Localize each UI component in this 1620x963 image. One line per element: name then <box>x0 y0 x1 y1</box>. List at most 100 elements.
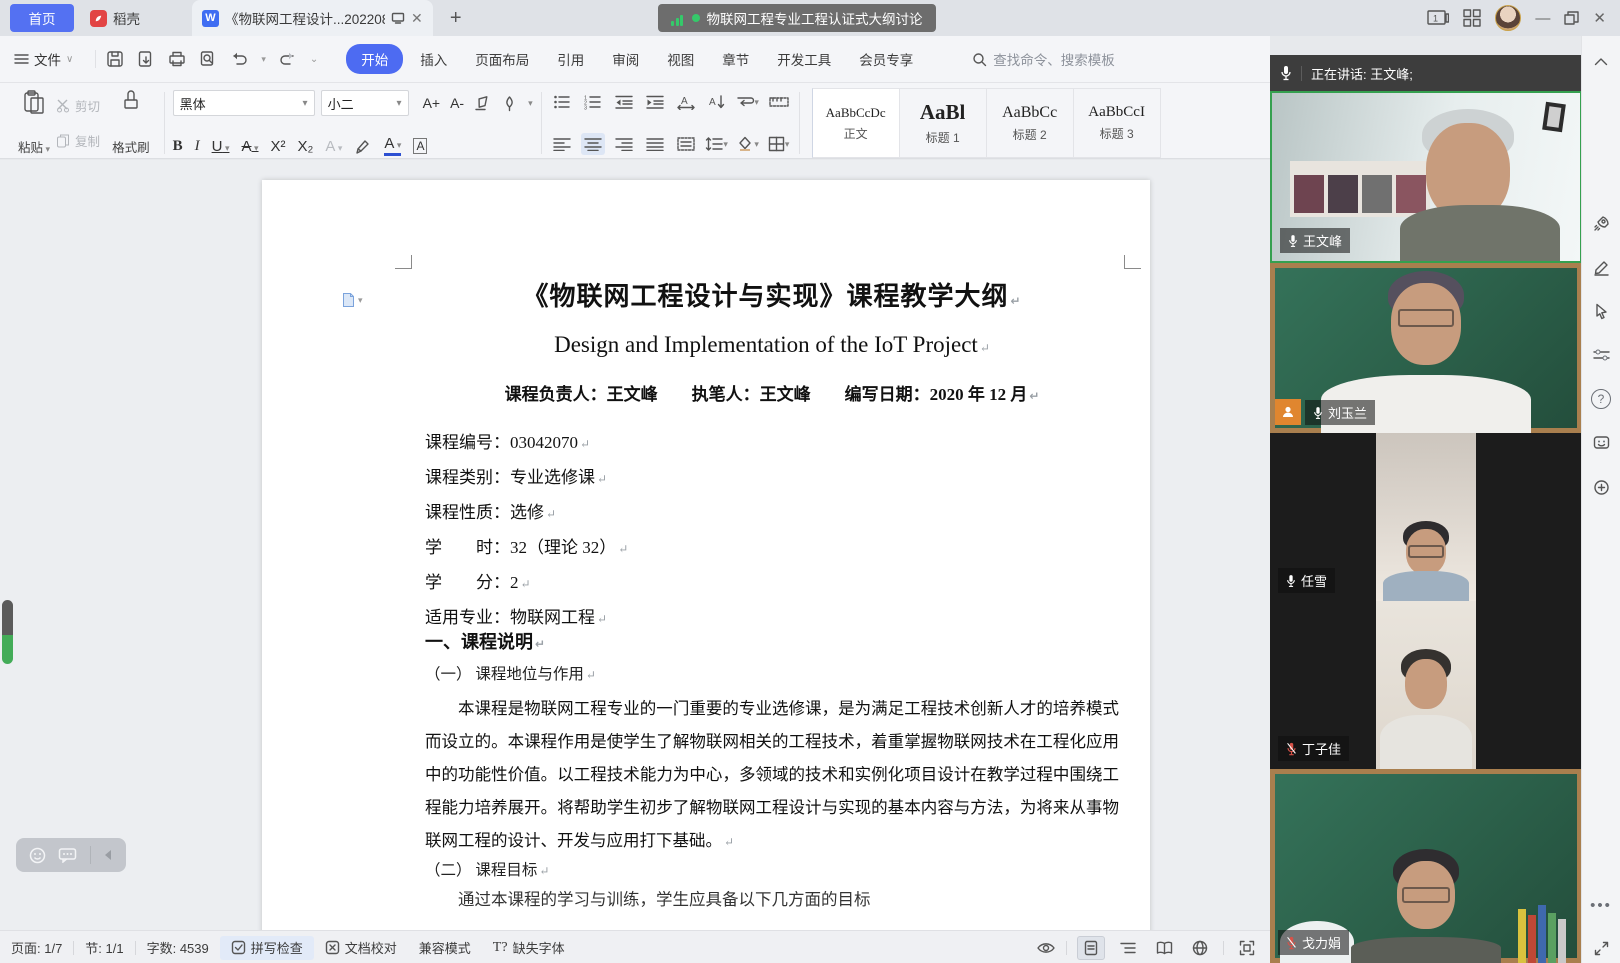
bold-button[interactable]: B <box>173 138 183 155</box>
status-page[interactable]: 页面: 1/7 <box>0 936 73 960</box>
format-painter-button[interactable]: 格式刷 <box>106 88 156 158</box>
command-search[interactable]: 查找命令、搜索模板 <box>972 49 1115 69</box>
increase-font-button[interactable]: A+ <box>423 95 441 111</box>
export-icon[interactable] <box>137 50 155 68</box>
style-heading2[interactable]: AaBbCc 标题 2 <box>987 88 1074 158</box>
video-tile[interactable]: 任雪 <box>1270 433 1582 601</box>
decrease-indent-button[interactable] <box>612 91 636 113</box>
tab-member[interactable]: 会员专享 <box>848 44 924 74</box>
tab-home[interactable]: 开始 <box>346 44 403 74</box>
save-icon[interactable] <box>106 50 124 68</box>
cursor-select-icon[interactable] <box>1582 294 1620 328</box>
font-color-button[interactable]: A ▾ <box>384 136 401 156</box>
subscript-button[interactable]: X₂ <box>298 138 314 155</box>
stamp-icon[interactable] <box>1582 470 1620 504</box>
collapse-panel-button[interactable] <box>1582 44 1620 78</box>
web-view-button[interactable] <box>1187 937 1213 959</box>
outline-view-button[interactable] <box>1115 937 1141 959</box>
wrap-button[interactable]: ▾ <box>736 91 760 113</box>
page-view-button[interactable] <box>1077 936 1105 960</box>
file-menu[interactable]: 文件 ∨ <box>14 49 73 69</box>
video-tile[interactable]: 刘玉兰 <box>1270 263 1582 433</box>
font-family-select[interactable]: 黑体▾ <box>173 90 315 116</box>
restore-button[interactable] <box>1564 11 1579 25</box>
video-tile[interactable]: 戈力娟 <box>1270 769 1582 963</box>
collapse-left-icon[interactable] <box>103 849 113 861</box>
meeting-reaction-bar[interactable] <box>16 838 126 872</box>
single-page-layout-icon[interactable]: 1 <box>1427 10 1449 26</box>
status-word-count[interactable]: 字数: 4539 <box>136 936 220 960</box>
decrease-font-button[interactable]: A- <box>450 95 464 111</box>
paragraph-options-icon[interactable]: ▾ <box>342 292 363 308</box>
text-effects-icon[interactable] <box>501 95 518 112</box>
minimize-button[interactable]: — <box>1535 10 1550 27</box>
new-tab-button[interactable]: + <box>443 7 469 30</box>
text-effects-gallery-button[interactable]: A ▾ <box>325 138 342 155</box>
docer-tab[interactable]: 稻壳 <box>80 0 150 36</box>
print-icon[interactable] <box>168 50 186 68</box>
book-view-button[interactable] <box>1151 937 1177 959</box>
close-window-button[interactable]: ✕ <box>1593 9 1606 27</box>
style-heading3[interactable]: AaBbCcI 标题 3 <box>1074 88 1161 158</box>
spellcheck-toggle[interactable]: 拼写检查 <box>220 936 314 960</box>
clear-format-icon[interactable] <box>474 95 491 112</box>
numbered-list-button[interactable]: 123 <box>581 91 605 113</box>
style-normal[interactable]: AaBbCcDc 正文 <box>812 88 900 158</box>
help-icon[interactable]: ? <box>1582 382 1620 416</box>
distribute-button[interactable] <box>674 133 698 155</box>
superscript-button[interactable]: X² <box>271 138 286 155</box>
tab-insert[interactable]: 插入 <box>409 44 458 74</box>
more-options-icon[interactable]: ••• <box>1582 888 1620 922</box>
tab-references[interactable]: 引用 <box>546 44 595 74</box>
toolbar-options-icon[interactable]: ⌄ <box>310 54 318 65</box>
align-center-button[interactable] <box>581 133 605 155</box>
increase-indent-button[interactable] <box>643 91 667 113</box>
borders-button[interactable]: ▾ <box>767 133 791 155</box>
video-tile[interactable]: 丁子佳 <box>1270 601 1582 769</box>
launch-rocket-icon[interactable] <box>1582 206 1620 240</box>
copy-button[interactable]: 复制 <box>56 131 100 150</box>
style-heading1[interactable]: AaBl 标题 1 <box>900 88 987 158</box>
document-tab[interactable]: W 《物联网工程设计...20220828 ✕ <box>192 0 433 36</box>
redo-icon[interactable] <box>279 51 297 67</box>
video-tile[interactable]: 王文峰 <box>1270 91 1582 263</box>
line-spacing-button[interactable]: ▾ <box>705 133 729 155</box>
document-canvas[interactable]: ▾ 《物联网工程设计与实现》课程教学大纲↵ Design and Impleme… <box>0 160 1270 930</box>
tab-ruler-button[interactable] <box>767 91 791 113</box>
apps-grid-icon[interactable] <box>1463 9 1481 27</box>
proofread-button[interactable]: 文档校对 <box>314 936 408 960</box>
tab-view[interactable]: 视图 <box>656 44 705 74</box>
emoji-icon[interactable] <box>29 847 46 864</box>
italic-button[interactable]: I <box>195 138 200 155</box>
eye-protect-icon[interactable] <box>1036 941 1056 955</box>
tab-developer[interactable]: 开发工具 <box>766 44 842 74</box>
paste-button[interactable]: 粘贴 ▾ <box>12 88 56 158</box>
meeting-title-pill[interactable]: 物联网工程专业工程认证式大纲讨论 <box>658 4 936 32</box>
user-avatar[interactable] <box>1495 5 1521 31</box>
sort-button[interactable]: A <box>705 91 729 113</box>
cut-button[interactable]: 剪切 <box>56 96 100 115</box>
fullscreen-toggle-icon[interactable] <box>1582 931 1620 963</box>
undo-dropdown-icon[interactable]: ▾ <box>261 54 266 65</box>
font-size-select[interactable]: 小二▾ <box>321 90 409 116</box>
character-scale-button[interactable]: A <box>674 91 698 113</box>
highlight-color-icon[interactable] <box>354 138 372 155</box>
document-page[interactable]: ▾ 《物联网工程设计与实现》课程教学大纲↵ Design and Impleme… <box>262 180 1150 930</box>
strikethrough-button[interactable]: A ▾ <box>241 138 258 155</box>
shading-button[interactable]: ▾ <box>736 133 760 155</box>
pen-annotate-icon[interactable] <box>1582 250 1620 284</box>
feedback-icon[interactable] <box>1582 426 1620 460</box>
tab-section[interactable]: 章节 <box>711 44 760 74</box>
bullet-list-button[interactable] <box>550 91 574 113</box>
fit-page-button[interactable] <box>1234 937 1260 959</box>
compat-mode-label[interactable]: 兼容模式 <box>408 936 482 960</box>
align-right-button[interactable] <box>612 133 636 155</box>
close-tab-icon[interactable]: ✕ <box>411 10 423 27</box>
align-left-button[interactable] <box>550 133 574 155</box>
undo-icon[interactable] <box>230 51 248 67</box>
tab-page-layout[interactable]: 页面布局 <box>464 44 540 74</box>
missing-font-button[interactable]: T? 缺失字体 <box>482 936 576 960</box>
status-section[interactable]: 节: 1/1 <box>74 936 134 960</box>
tab-review[interactable]: 审阅 <box>601 44 650 74</box>
chat-icon[interactable] <box>58 847 77 863</box>
